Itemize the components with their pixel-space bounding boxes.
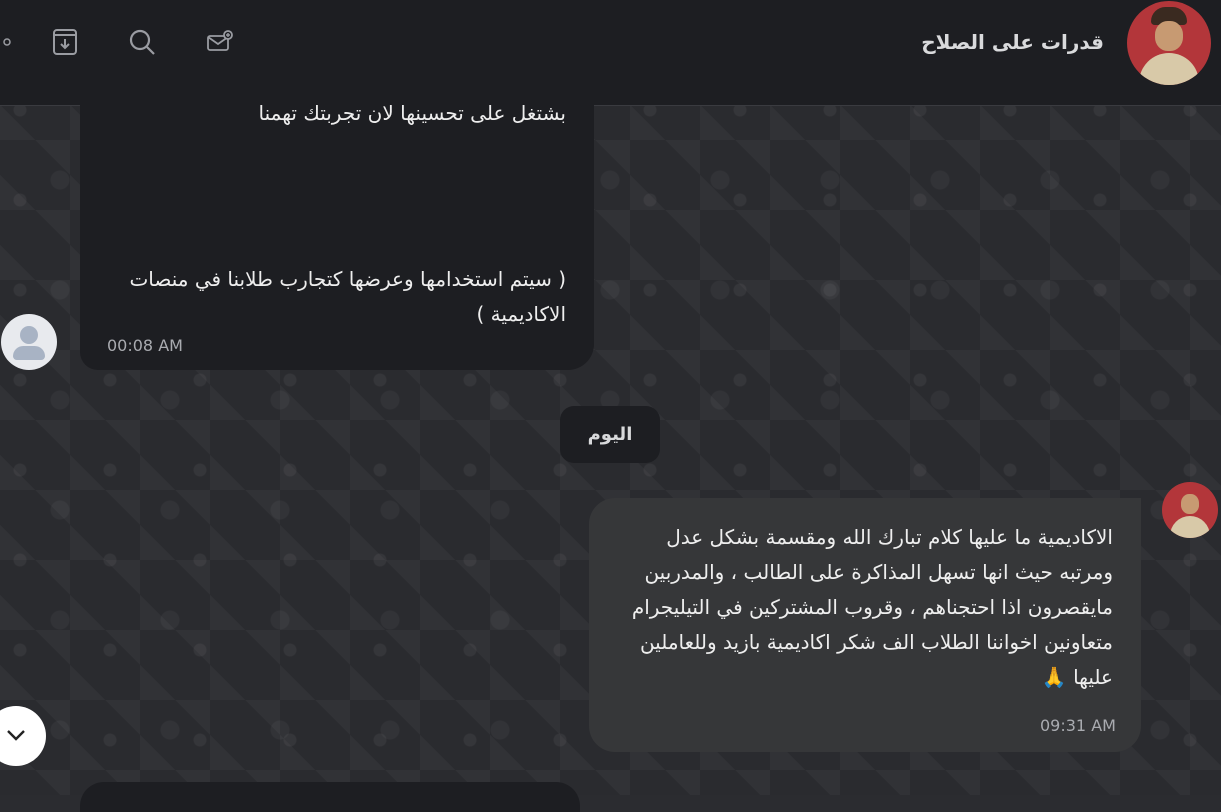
- more-menu-icon[interactable]: [2, 34, 12, 48]
- mail-add-icon[interactable]: [203, 26, 235, 58]
- chat-title[interactable]: قدرات على الصلاح: [921, 30, 1104, 54]
- chat-header: قدرات على الصلاح: [0, 0, 1221, 106]
- sender-avatar[interactable]: [1, 314, 57, 370]
- archive-download-icon[interactable]: [49, 26, 81, 58]
- message-text: ( سيتم استخدامها وعرضها كتجارب طلابنا في…: [129, 267, 566, 326]
- outgoing-message-bubble[interactable]: الاكاديمية ما عليها كلام تبارك الله ومقس…: [589, 498, 1141, 752]
- incoming-message-bubble: [80, 782, 580, 812]
- sender-avatar[interactable]: [1162, 482, 1218, 538]
- incoming-message-bubble[interactable]: بشتغل على تحسينها لان تجربتك تهمنا ( سيت…: [80, 96, 594, 370]
- chevron-down-icon: [7, 730, 25, 741]
- message-text: الاكاديمية ما عليها كلام تبارك الله ومقس…: [631, 525, 1113, 689]
- chat-avatar[interactable]: [1127, 1, 1211, 85]
- date-separator: اليوم: [560, 406, 660, 463]
- message-time: 09:31 AM: [1040, 716, 1116, 735]
- search-icon[interactable]: [126, 26, 158, 58]
- message-time: 00:08 AM: [107, 336, 183, 355]
- message-text: بشتغل على تحسينها لان تجربتك تهمنا: [258, 101, 567, 125]
